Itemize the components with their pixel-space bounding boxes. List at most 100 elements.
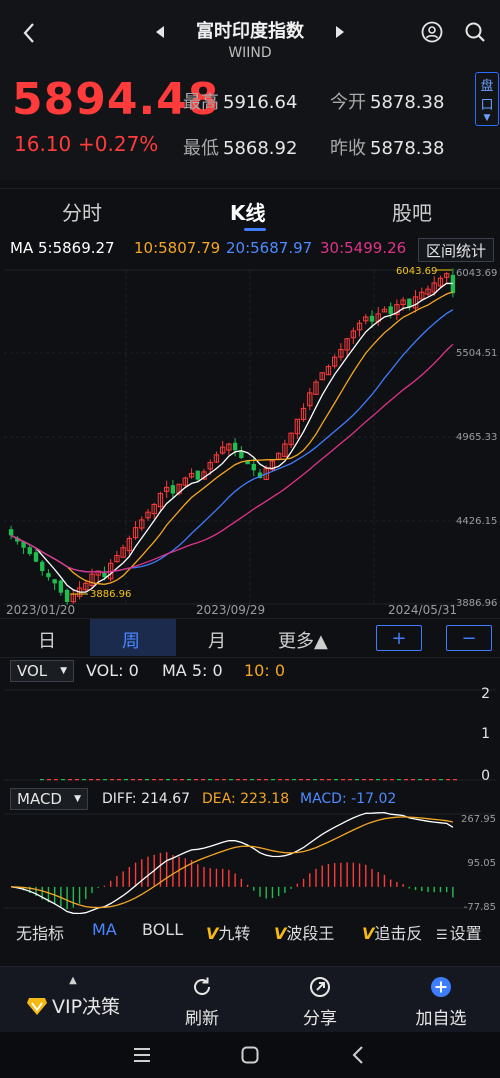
period-more[interactable]: 更多▲ [278,627,328,653]
nav-back-icon[interactable] [344,1042,372,1068]
vol-bar [47,779,51,781]
vol-bar [327,779,331,781]
vol-bar [229,779,233,781]
pankou-button[interactable]: 盘 口 ▼ [475,72,499,126]
vol-bar [152,779,156,781]
candle-body [369,315,375,322]
candle-body [251,463,256,471]
vol-bar [292,779,296,781]
period-week[interactable]: 周 [122,627,140,653]
indicator-boduanwang-label: 波段王 [286,924,335,943]
stock-code: WIIND [228,45,272,61]
active-tab-indicator [244,228,266,231]
vol-bar [243,779,247,781]
vol-bar [383,779,387,781]
vol-bar [404,779,408,781]
ma-lines [10,282,454,593]
vol-bar [124,779,128,781]
search-icon[interactable] [461,18,489,46]
indicator-zhuijifan[interactable]: V追击反 [362,920,422,944]
indicator-jiuzhuan[interactable]: V九转 [206,920,250,944]
profile-icon[interactable] [418,18,446,46]
refresh-icon [194,977,210,995]
home-icon[interactable] [236,1042,264,1068]
range-stats-button[interactable]: 区间统计 [418,238,494,262]
vol-bar [75,779,79,781]
vol-bar [187,779,191,781]
ma10-value: 10:5807.79 [134,239,221,257]
vol-bar [250,779,254,781]
zoom-in-button[interactable]: + [376,625,422,651]
vol-bar [341,779,345,781]
vol-bar [299,779,303,781]
recent-apps-icon[interactable] [128,1042,156,1068]
refresh-label: 刷新 [185,1009,219,1029]
y-tick-2: 5504.51 [456,348,497,359]
vol-bar [194,779,198,781]
macd-dea-line [11,816,454,909]
period-month[interactable]: 月 [208,627,226,653]
max-price-label: 6043.69 [396,266,437,277]
y-tick-3: 4965.33 [456,432,497,443]
indicator-bar: 无指标 MA BOLL V九转 V波段王 V追击反 ☰ 设置 [0,914,500,948]
macd-y-tick-3: -77.85 [464,902,496,913]
vol-bar [306,779,310,781]
add-circle-icon [431,977,451,997]
indicator-ma[interactable]: MA [92,920,117,939]
zoom-out-button[interactable]: − [446,625,492,651]
indicator-none[interactable]: 无指标 [16,920,64,944]
vol-bar [40,779,44,781]
indicator-boduanwang[interactable]: V波段王 [274,920,334,944]
next-stock-icon[interactable] [330,22,350,42]
ma10-line [10,291,454,585]
vol-value: VOL: 0 [86,661,139,680]
candle-body [195,470,200,480]
vip-mark-icon: V [206,924,219,943]
share-button[interactable]: 分享 [294,975,346,1029]
prev-close-value: 5878.38 [370,138,445,159]
vol-bar [355,779,359,781]
indicator-boll[interactable]: BOLL [142,920,183,939]
high-value: 5916.64 [223,92,298,113]
macd-y-tick-2: 95.05 [467,858,496,869]
settings-icon: ☰ [436,928,448,943]
chevron-down-icon: ▼ [60,666,67,676]
vol-bar [180,779,184,781]
tab-fenshi[interactable]: 分时 [62,197,102,226]
pankou-char-1: 盘 [480,79,494,94]
prev-close-label: 昨收 [330,138,366,159]
period-day[interactable]: 日 [38,627,56,653]
vip-decision-button[interactable]: ▲ VIP决策 [20,975,126,1019]
macd-diff: DIFF: 214.67 [102,791,191,807]
vol-bar [68,779,72,781]
vip-decision-label: VIP决策 [51,996,121,1018]
kline-chart[interactable]: 6043.69 5504.51 4965.33 4426.15 3886.96 … [0,262,500,618]
add-watchlist-button[interactable]: 加自选 [408,975,474,1029]
vol-ma10-value: 10: 0 [244,661,286,680]
macd-histogram [16,852,454,910]
quote-panel: 5894.48 16.10 +0.27% 最高 5916.64 今开 5878.38… [0,66,500,180]
vol-bar [138,779,142,781]
refresh-button[interactable]: 刷新 [176,975,228,1029]
vol-y-tick-1: 2 [481,686,490,702]
vol-bar [425,779,429,781]
vol-bar [369,779,373,781]
vol-bar [103,779,107,781]
candle-body [27,547,32,554]
vol-chart: 2 1 0 [4,686,496,784]
high-item: 最高 5916.64 [183,88,297,114]
macd-selector[interactable]: MACD ▼ [10,788,88,810]
candle-body [170,485,176,494]
vol-bar [166,779,170,781]
top-bar: 富时印度指数 WIIND [0,0,500,66]
indicator-settings[interactable]: ☰ 设置 [436,920,482,944]
chevron-down-icon: ▼ [74,794,81,804]
ma20-value: 20:5687.97 [226,239,313,257]
ma30-value: 30:5499.26 [320,239,407,257]
tab-guba[interactable]: 股吧 [392,197,432,226]
vol-bar [446,779,450,781]
vol-bar [215,779,219,781]
tab-kline[interactable]: K线 [230,197,266,226]
vol-selector[interactable]: VOL ▼ [10,660,74,682]
indicator-jiuzhuan-label: 九转 [218,924,251,943]
